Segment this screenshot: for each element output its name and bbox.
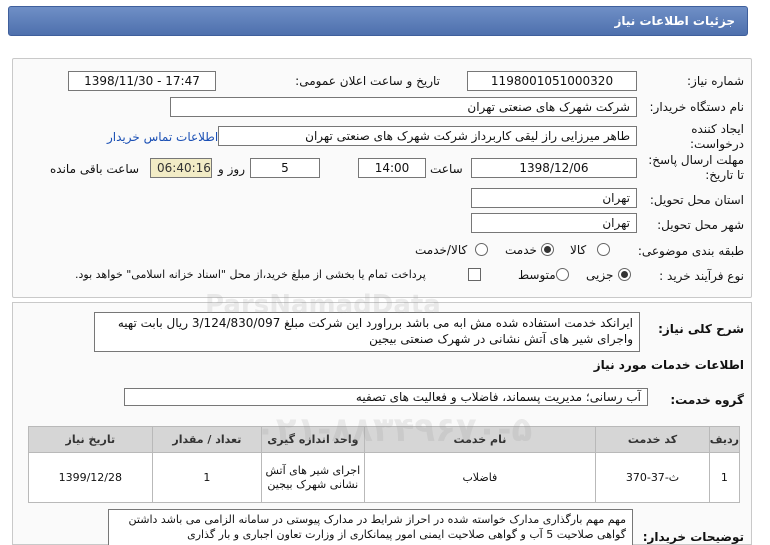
remaining-time-field: 06:40:16: [150, 158, 212, 178]
need-info-panel: [12, 58, 752, 298]
city-label: شهر محل تحویل:: [657, 218, 744, 232]
process-option-minor: جزیی: [586, 268, 614, 282]
deadline-date-field[interactable]: 1398/12/06: [471, 158, 637, 178]
service-group-label: گروه خدمت:: [670, 393, 744, 407]
buyer-notes-label: توضیحات خریدار:: [642, 530, 744, 544]
province-field[interactable]: تهران: [471, 188, 637, 208]
page-header: جزئیات اطلاعات نیاز: [8, 6, 748, 36]
buyer-field[interactable]: شرکت شهرک های صنعتی تهران: [170, 97, 637, 117]
process-radio-minor[interactable]: [618, 268, 631, 284]
category-radio-service[interactable]: [541, 243, 554, 259]
category-label: طبقه بندی موضوعی:: [637, 244, 744, 258]
deadline-label-1: مهلت ارسال پاسخ:: [648, 153, 744, 167]
table-row: 1 ث-37-370 فاضلاب اجرای شیر های آتش نشان…: [28, 452, 741, 503]
col-code: کد خدمت: [595, 426, 710, 453]
need-number-label: شماره نیاز:: [687, 74, 744, 88]
buyer-notes-textarea[interactable]: مهم مهم بارگذاری مدارک خواسته شده در احر…: [108, 509, 633, 545]
creator-label-1: ایجاد کننده: [691, 122, 744, 136]
category-radio-goods-service[interactable]: [475, 243, 488, 259]
category-option-goods: کالا: [570, 243, 587, 257]
cell-row: 1: [708, 452, 741, 503]
service-group-field[interactable]: آب رسانی؛ مدیریت پسماند، فاضلاب و فعالیت…: [124, 388, 648, 406]
col-name: نام خدمت: [363, 426, 597, 453]
cell-name: فاضلاب: [363, 452, 597, 503]
col-date: تاریخ نیاز: [28, 426, 153, 453]
buyer-label: نام دستگاه خریدار:: [649, 100, 745, 114]
remaining-label: ساعت باقی مانده: [50, 162, 140, 176]
process-label: نوع فرآیند خرید :: [659, 269, 744, 283]
province-label: استان محل تحویل:: [649, 193, 744, 207]
category-radio-goods[interactable]: [597, 243, 610, 259]
cell-code: ث-37-370: [595, 452, 710, 503]
need-number-field[interactable]: 1198001051000320: [467, 71, 637, 91]
summary-label: شرح کلی نیاز:: [658, 322, 744, 336]
process-option-medium: متوسط: [518, 268, 556, 282]
city-field[interactable]: تهران: [471, 213, 637, 233]
category-option-goods-service: کالا/خدمت: [415, 243, 468, 257]
cell-unit: اجرای شیر های آتش نشانی شهرک بیجین: [261, 452, 365, 503]
cell-qty: 1: [151, 452, 263, 503]
announce-date-label: تاریخ و ساعت اعلان عمومی:: [295, 74, 440, 88]
creator-label-2: درخواست:: [690, 137, 744, 151]
col-row: ردیف: [708, 426, 741, 453]
table-header-row: ردیف کد خدمت نام خدمت واحد اندازه گیری ت…: [28, 426, 741, 453]
days-field[interactable]: 5: [250, 158, 320, 178]
summary-textarea[interactable]: ایرانکد خدمت استفاده شده مش ابه می باشد …: [94, 312, 640, 352]
col-qty: تعداد / مقدار: [151, 426, 263, 453]
buyer-contact-link[interactable]: اطلاعات تماس خریدار: [107, 130, 218, 144]
services-table: ردیف کد خدمت نام خدمت واحد اندازه گیری ت…: [28, 426, 741, 503]
process-radio-medium[interactable]: [556, 268, 569, 284]
deadline-time-label: ساعت: [430, 162, 463, 176]
cell-date: 1399/12/28: [28, 452, 153, 503]
treasury-payment-checkbox[interactable]: [468, 268, 481, 281]
category-option-service: خدمت: [505, 243, 537, 257]
deadline-time-field[interactable]: 14:00: [358, 158, 426, 178]
page-title: جزئیات اطلاعات نیاز: [614, 14, 735, 28]
treasury-payment-text: پرداخت تمام یا بخشی از مبلغ خرید،از محل …: [75, 268, 426, 281]
deadline-label-2: تا تاریخ:: [705, 168, 744, 182]
days-label: روز و: [218, 162, 245, 176]
creator-field[interactable]: طاهر میرزایی راز لیقی کاربرداز شرکت شهرک…: [218, 126, 637, 146]
col-unit: واحد اندازه گیری: [261, 426, 365, 453]
announce-date-field[interactable]: 1398/11/30 - 17:47: [68, 71, 216, 91]
services-section-title: اطلاعات خدمات مورد نیاز: [593, 358, 744, 372]
